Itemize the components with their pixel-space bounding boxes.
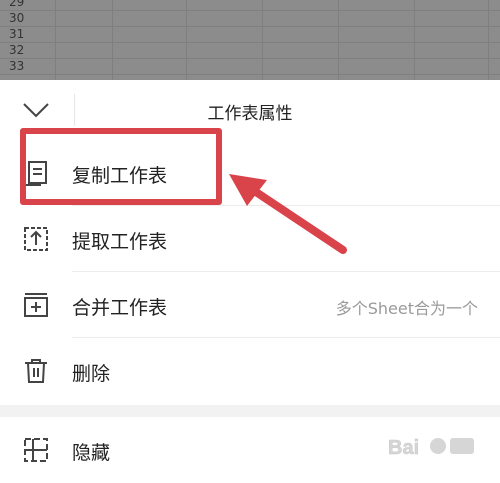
sheet-row: 30 (0, 10, 500, 27)
section-gap (0, 405, 500, 417)
menu-item-hint: 多个Sheet合为一个 (335, 299, 478, 318)
row-number: 33 (9, 59, 25, 73)
spreadsheet-backdrop: 29 30 31 32 33 (0, 0, 500, 80)
merge-icon (24, 293, 48, 317)
annotation-arrow-icon (229, 174, 347, 254)
trash-icon (25, 359, 47, 383)
menu-item-label: 删除 (72, 363, 111, 385)
menu-item-merge-sheets[interactable]: 合并工作表 多个Sheet合为一个 (0, 272, 500, 338)
menu-item-label: 提取工作表 (72, 231, 168, 253)
row-number: 29 (9, 0, 25, 9)
extract-icon (24, 227, 48, 251)
menu-item-label: 合并工作表 (72, 297, 168, 319)
hide-icon (24, 438, 48, 462)
watermark: Bai (388, 428, 478, 468)
row-number: 31 (9, 27, 25, 41)
menu-item-label: 隐藏 (72, 442, 111, 464)
sheet-row: 33 (0, 58, 500, 75)
watermark-logo: Bai (388, 437, 474, 459)
svg-text:Bai: Bai (388, 437, 419, 459)
panel-title: 工作表属性 (207, 104, 293, 124)
row-number: 30 (9, 11, 25, 25)
annotation-highlight-box (20, 128, 222, 205)
menu-item-delete[interactable]: 删除 (0, 338, 500, 404)
sheet-row: 31 (0, 26, 500, 43)
row-number: 32 (9, 43, 25, 57)
sheet-row: 32 (0, 42, 500, 59)
